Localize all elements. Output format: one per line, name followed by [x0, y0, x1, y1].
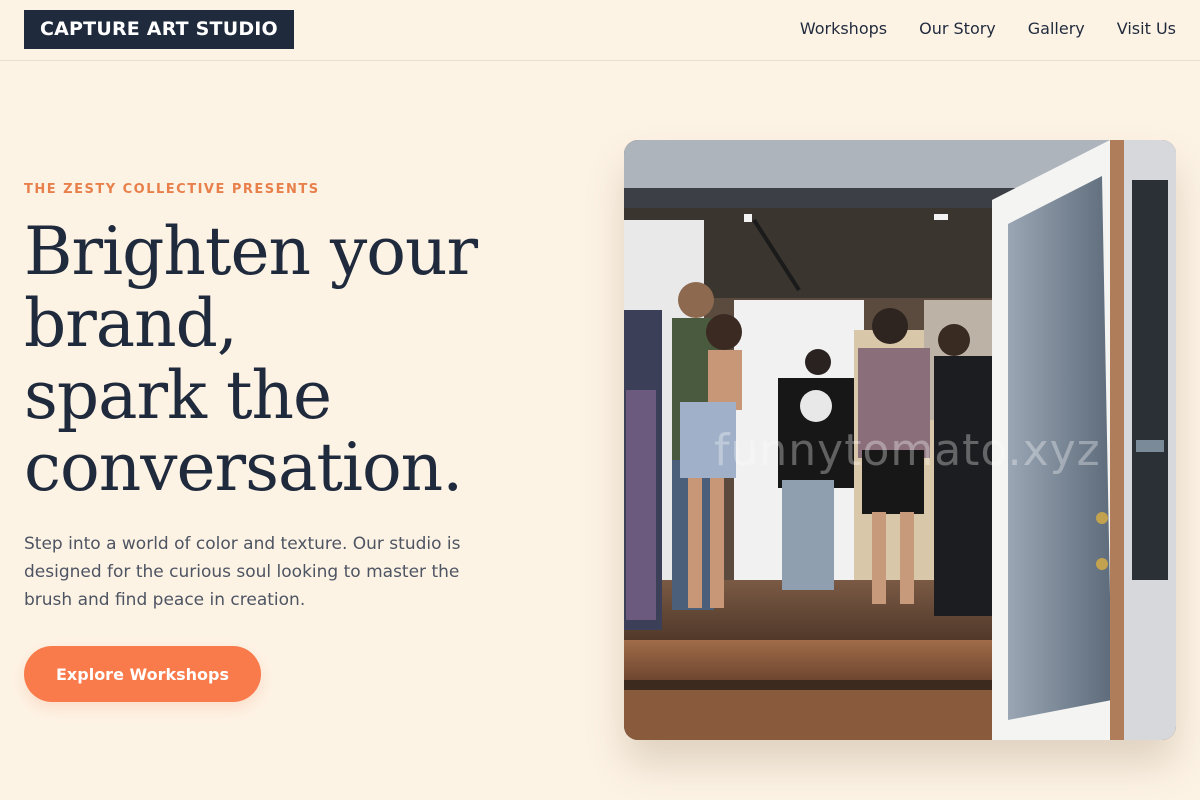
hero-eyebrow: THE ZESTY COLLECTIVE PRESENTS — [24, 182, 320, 197]
nav-link-gallery[interactable]: Gallery — [1028, 18, 1085, 40]
headline-line: conversation. — [24, 429, 463, 506]
brand-logo[interactable]: CAPTURE ART STUDIO — [24, 10, 294, 49]
nav-link-our-story[interactable]: Our Story — [919, 18, 996, 40]
photo-watermark: funnytomato.xyz — [714, 425, 1101, 476]
main-nav: Workshops Our Story Gallery Visit Us — [800, 18, 1176, 40]
headline-line: spark the — [24, 357, 332, 434]
hero-description: Step into a world of color and texture. … — [24, 534, 461, 610]
hero-photo: funnytomato.xyz — [624, 140, 1176, 740]
headline-line: brand, — [24, 285, 238, 362]
explore-workshops-button[interactable]: Explore Workshops — [24, 646, 261, 702]
headline-line: Brighten your — [24, 213, 478, 290]
nav-link-workshops[interactable]: Workshops — [800, 18, 887, 40]
hero-headline: Brighten your brand, spark the conversat… — [24, 216, 584, 504]
nav-link-visit-us[interactable]: Visit Us — [1117, 18, 1176, 40]
top-bar: CAPTURE ART STUDIO Workshops Our Story G… — [0, 0, 1200, 61]
